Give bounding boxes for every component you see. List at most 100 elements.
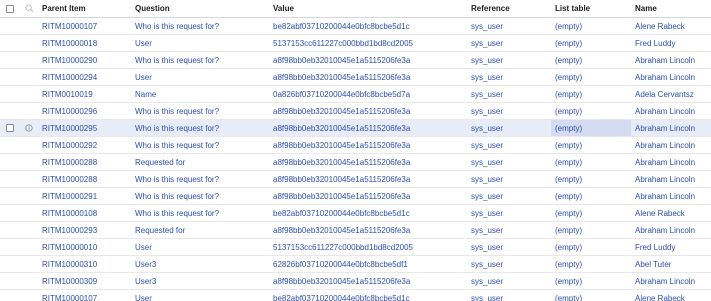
cell-parent-item[interactable]: RITM10000288 <box>42 171 132 187</box>
row-preview-button[interactable] <box>20 222 38 238</box>
row-preview-button[interactable] <box>20 35 38 51</box>
cell-question[interactable]: Who is this request for? <box>135 171 270 187</box>
cell-question[interactable]: Requested for <box>135 222 270 238</box>
cell-reference[interactable]: sys_user <box>471 69 551 85</box>
cell-reference[interactable]: sys_user <box>471 273 551 289</box>
cell-name[interactable]: Abraham Lincoln <box>635 171 711 187</box>
row-select-checkbox[interactable] <box>0 273 20 289</box>
row-select-checkbox[interactable] <box>0 103 20 119</box>
cell-question[interactable]: User <box>135 69 270 85</box>
cell-list-table[interactable]: (empty) <box>551 18 631 34</box>
cell-question[interactable]: Who is this request for? <box>135 137 270 153</box>
cell-list-table[interactable]: (empty) <box>551 205 631 221</box>
cell-reference[interactable]: sys_user <box>471 137 551 153</box>
cell-list-table[interactable]: (empty) <box>551 171 631 187</box>
checkbox-icon[interactable] <box>6 124 14 132</box>
cell-name[interactable]: Abel Tuter <box>635 256 711 272</box>
cell-parent-item[interactable]: RITM0010019 <box>42 86 132 102</box>
cell-value[interactable]: a8f98bb0eb32010045e1a5115206fe3a <box>273 52 468 68</box>
cell-value[interactable]: a8f98bb0eb32010045e1a5115206fe3a <box>273 103 468 119</box>
cell-list-table[interactable]: (empty) <box>551 222 631 238</box>
cell-parent-item[interactable]: RITM10000010 <box>42 239 132 255</box>
checkbox-icon[interactable] <box>6 4 14 13</box>
cell-value[interactable]: a8f98bb0eb32010045e1a5115206fe3a <box>273 69 468 85</box>
cell-value[interactable]: be82abf03710200044e0bfc8bcbe5d1c <box>273 205 468 221</box>
row-preview-button[interactable] <box>20 239 38 255</box>
cell-value[interactable]: a8f98bb0eb32010045e1a5115206fe3a <box>273 137 468 153</box>
cell-name[interactable]: Fred Luddy <box>635 35 711 51</box>
row-preview-button[interactable] <box>20 120 38 136</box>
cell-parent-item[interactable]: RITM10000309 <box>42 273 132 289</box>
cell-list-table[interactable]: (empty) <box>551 52 631 68</box>
row-select-checkbox[interactable] <box>0 239 20 255</box>
cell-parent-item[interactable]: RITM10000107 <box>42 18 132 34</box>
cell-parent-item[interactable]: RITM10000293 <box>42 222 132 238</box>
cell-reference[interactable]: sys_user <box>471 103 551 119</box>
cell-value[interactable]: 62826bf03710200044e0bfc8bcbe5df1 <box>273 256 468 272</box>
cell-list-table[interactable]: (empty) <box>551 69 631 85</box>
row-select-checkbox[interactable] <box>0 137 20 153</box>
row-select-checkbox[interactable] <box>0 52 20 68</box>
cell-value[interactable]: a8f98bb0eb32010045e1a5115206fe3a <box>273 171 468 187</box>
cell-reference[interactable]: sys_user <box>471 35 551 51</box>
cell-parent-item[interactable]: RITM10000292 <box>42 137 132 153</box>
cell-name[interactable]: Abraham Lincoln <box>635 69 711 85</box>
column-header-name[interactable]: Name <box>635 0 711 17</box>
row-select-checkbox[interactable] <box>0 18 20 34</box>
cell-question[interactable]: Who is this request for? <box>135 205 270 221</box>
table-row[interactable]: RITM10000309 User3 a8f98bb0eb32010045e1a51… <box>0 273 711 290</box>
table-row[interactable]: RITM10000108 Who is this request for? be82… <box>0 205 711 222</box>
cell-question[interactable]: User <box>135 239 270 255</box>
cell-list-table[interactable]: (empty) <box>551 120 631 136</box>
cell-question[interactable]: Who is this request for? <box>135 188 270 204</box>
table-row[interactable]: RITM10000018 User 5137153cc611227c000bbd1b… <box>0 35 711 52</box>
table-row[interactable]: RITM10000290 Who is this request for? a8f9… <box>0 52 711 69</box>
cell-name[interactable]: Alene Rabeck <box>635 290 711 301</box>
cell-question[interactable]: User <box>135 35 270 51</box>
cell-name[interactable]: Abraham Lincoln <box>635 120 711 136</box>
column-header-question[interactable]: Question <box>135 0 270 17</box>
cell-name[interactable]: Alene Rabeck <box>635 18 711 34</box>
cell-name[interactable]: Abraham Lincoln <box>635 137 711 153</box>
cell-list-table[interactable]: (empty) <box>551 86 631 102</box>
table-row[interactable]: RITM10000293 Requested for a8f98bb0eb32010… <box>0 222 711 239</box>
cell-value[interactable]: 5137153cc611227c000bbd1bd8cd2005 <box>273 35 468 51</box>
row-preview-button[interactable] <box>20 205 38 221</box>
table-row[interactable]: RITM10000288 Requested for a8f98bb0eb32010… <box>0 154 711 171</box>
search-icon[interactable] <box>24 4 34 13</box>
cell-value[interactable]: a8f98bb0eb32010045e1a5115206fe3a <box>273 188 468 204</box>
cell-name[interactable]: Abraham Lincoln <box>635 188 711 204</box>
cell-list-table[interactable]: (empty) <box>551 273 631 289</box>
row-select-checkbox[interactable] <box>0 290 20 301</box>
row-select-checkbox[interactable] <box>0 86 20 102</box>
row-select-checkbox[interactable] <box>0 256 20 272</box>
row-preview-button[interactable] <box>20 18 38 34</box>
cell-value[interactable]: a8f98bb0eb32010045e1a5115206fe3a <box>273 154 468 170</box>
cell-list-table[interactable]: (empty) <box>551 154 631 170</box>
cell-list-table[interactable]: (empty) <box>551 35 631 51</box>
row-preview-button[interactable] <box>20 52 38 68</box>
row-preview-button[interactable] <box>20 154 38 170</box>
row-select-checkbox[interactable] <box>0 205 20 221</box>
table-row[interactable]: RITM10000294 User a8f98bb0eb32010045e1a511… <box>0 69 711 86</box>
row-select-checkbox[interactable] <box>0 222 20 238</box>
cell-value[interactable]: 0a826bf03710200044e0bfc8bcbe5d7a <box>273 86 468 102</box>
cell-question[interactable]: Who is this request for? <box>135 103 270 119</box>
cell-question[interactable]: User3 <box>135 256 270 272</box>
row-select-checkbox[interactable] <box>0 35 20 51</box>
cell-name[interactable]: Abraham Lincoln <box>635 103 711 119</box>
cell-parent-item[interactable]: RITM10000310 <box>42 256 132 272</box>
cell-reference[interactable]: sys_user <box>471 18 551 34</box>
cell-value[interactable]: be82abf03710200044e0bfc8bcbe5d1c <box>273 18 468 34</box>
row-preview-button[interactable] <box>20 290 38 301</box>
cell-parent-item[interactable]: RITM10000291 <box>42 188 132 204</box>
cell-name[interactable]: Adela Cervantsz <box>635 86 711 102</box>
table-row[interactable]: RITM10000296 Who is this request for? a8f9… <box>0 103 711 120</box>
table-row[interactable]: RITM10000107 User be82abf03710200044e0bfc8… <box>0 290 711 301</box>
row-select-checkbox[interactable] <box>0 69 20 85</box>
cell-list-table[interactable]: (empty) <box>551 137 631 153</box>
cell-value[interactable]: a8f98bb0eb32010045e1a5115206fe3a <box>273 222 468 238</box>
table-row[interactable]: RITM0010019 Name 0a826bf03710200044e0bfc8b… <box>0 86 711 103</box>
cell-parent-item[interactable]: RITM10000108 <box>42 205 132 221</box>
select-all-checkbox[interactable] <box>0 0 20 17</box>
